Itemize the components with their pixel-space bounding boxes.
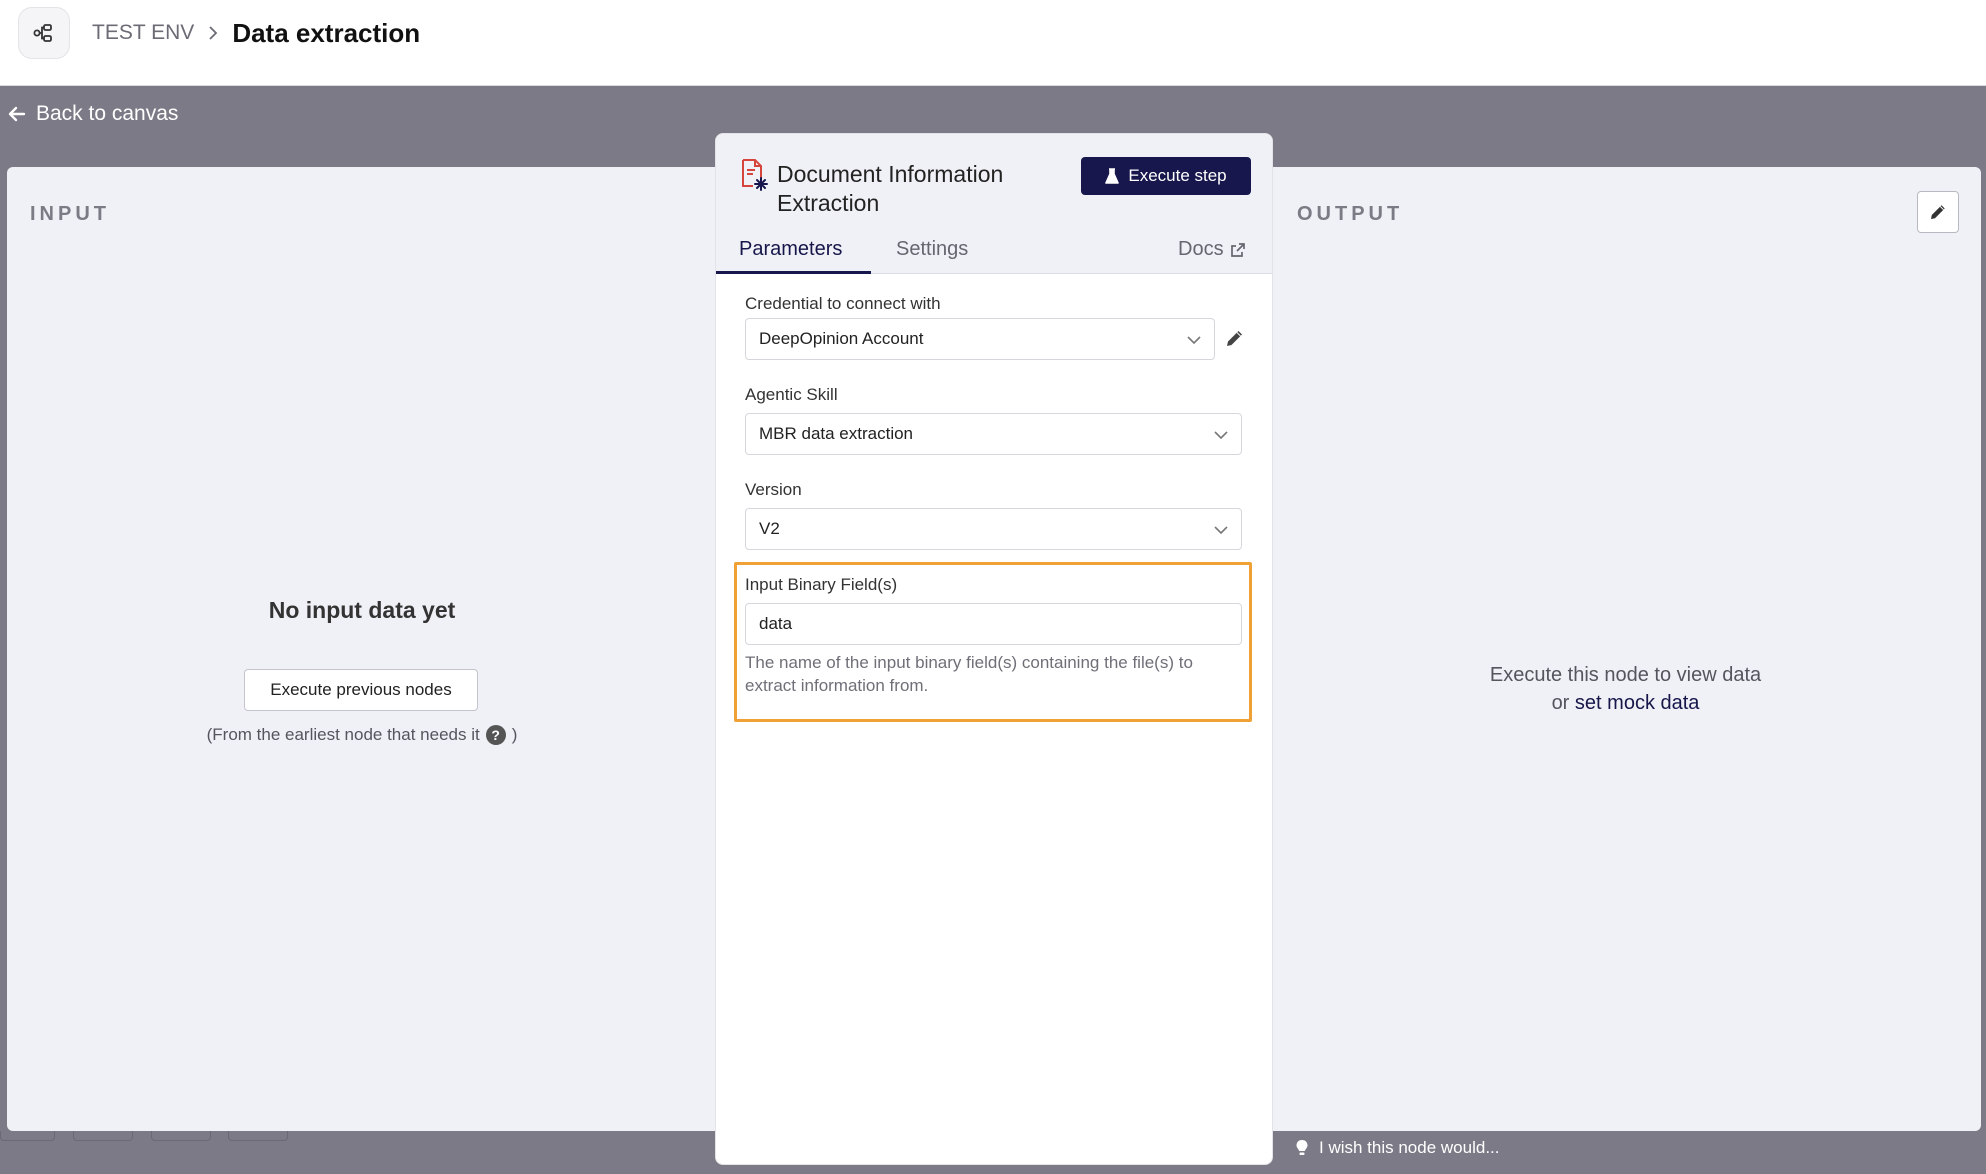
pencil-icon xyxy=(1931,205,1945,219)
tab-settings[interactable]: Settings xyxy=(896,238,968,261)
tab-docs[interactable]: Docs xyxy=(1178,238,1245,261)
chevron-down-icon xyxy=(1187,336,1201,345)
chevron-down-icon xyxy=(1214,526,1228,535)
input-heading: INPUT xyxy=(30,203,110,225)
canvas-tab-ghost xyxy=(151,1131,211,1141)
version-value: V2 xyxy=(759,519,780,538)
output-or-text: or xyxy=(1551,692,1570,714)
binary-field-label: Input Binary Field(s) xyxy=(745,575,898,594)
edit-output-button[interactable] xyxy=(1917,191,1959,233)
node-settings-panel: Document Information Extraction Execute … xyxy=(715,133,1273,1165)
binary-field-hint: The name of the input binary field(s) co… xyxy=(745,653,1193,695)
feedback-label: I wish this node would... xyxy=(1319,1138,1500,1157)
no-input-title: No input data yet xyxy=(268,597,456,623)
output-empty-state: Execute this node to view data or set mo… xyxy=(1270,661,1981,717)
docs-label: Docs xyxy=(1178,238,1224,260)
back-to-canvas-link[interactable]: Back to canvas xyxy=(8,102,178,126)
external-link-icon xyxy=(1230,242,1245,257)
execute-previous-nodes-button[interactable]: Execute previous nodes xyxy=(244,669,478,711)
lightbulb-icon xyxy=(1296,1140,1308,1155)
canvas-tab-ghost xyxy=(228,1131,288,1141)
credential-label: Credential to connect with xyxy=(745,294,941,313)
agentic-skill-select[interactable]: MBR data extraction xyxy=(745,413,1242,455)
page-title[interactable]: Data extraction xyxy=(232,18,420,49)
output-heading: OUTPUT xyxy=(1297,203,1404,225)
workflow-logo-icon[interactable] xyxy=(18,7,70,59)
agentic-skill-value: MBR data extraction xyxy=(759,424,914,443)
node-header: Document Information Extraction Execute … xyxy=(716,134,1272,274)
chevron-right-icon xyxy=(208,25,218,41)
agentic-skill-label: Agentic Skill xyxy=(745,385,838,404)
earliest-node-hint-close: ) xyxy=(511,725,518,744)
active-tab-indicator xyxy=(716,271,871,274)
edit-credential-icon[interactable] xyxy=(1224,327,1246,354)
execute-step-button[interactable]: Execute step xyxy=(1081,157,1251,195)
breadcrumb: TEST ENV Data extraction xyxy=(92,18,420,48)
tab-parameters[interactable]: Parameters xyxy=(739,238,842,261)
execute-step-label: Execute step xyxy=(1128,166,1227,185)
back-to-canvas-label: Back to canvas xyxy=(36,102,179,125)
help-icon[interactable]: ? xyxy=(485,725,506,745)
flask-icon xyxy=(1105,167,1120,184)
output-panel: OUTPUT Execute this node to view data or… xyxy=(1270,167,1981,1131)
node-title: Document Information Extraction xyxy=(777,161,1004,216)
document-extraction-icon xyxy=(740,158,770,197)
binary-field-input[interactable] xyxy=(745,603,1242,645)
version-label: Version xyxy=(745,480,802,499)
canvas-tab-ghost xyxy=(0,1131,55,1141)
set-mock-data-link[interactable]: set mock data xyxy=(1575,692,1700,714)
chevron-down-icon xyxy=(1214,431,1228,440)
credential-value: DeepOpinion Account xyxy=(759,329,924,348)
version-select[interactable]: V2 xyxy=(745,508,1242,550)
input-panel: INPUT No input data yet Execute previous… xyxy=(7,167,717,1131)
canvas-tab-ghost xyxy=(73,1131,133,1141)
credential-select[interactable]: DeepOpinion Account xyxy=(745,318,1215,360)
output-empty-line-2: or set mock data xyxy=(1270,689,1981,717)
output-empty-line: Execute this node to view data xyxy=(1489,664,1762,686)
earliest-node-hint-text: (From the earliest node that needs it xyxy=(206,725,480,744)
node-feedback-link[interactable]: I wish this node would... xyxy=(1295,1138,1499,1158)
top-bar: TEST ENV Data extraction xyxy=(0,0,1986,86)
breadcrumb-environment[interactable]: TEST ENV xyxy=(92,21,194,45)
earliest-node-hint: (From the earliest node that needs it ? … xyxy=(7,725,717,745)
arrow-left-icon xyxy=(8,106,26,122)
